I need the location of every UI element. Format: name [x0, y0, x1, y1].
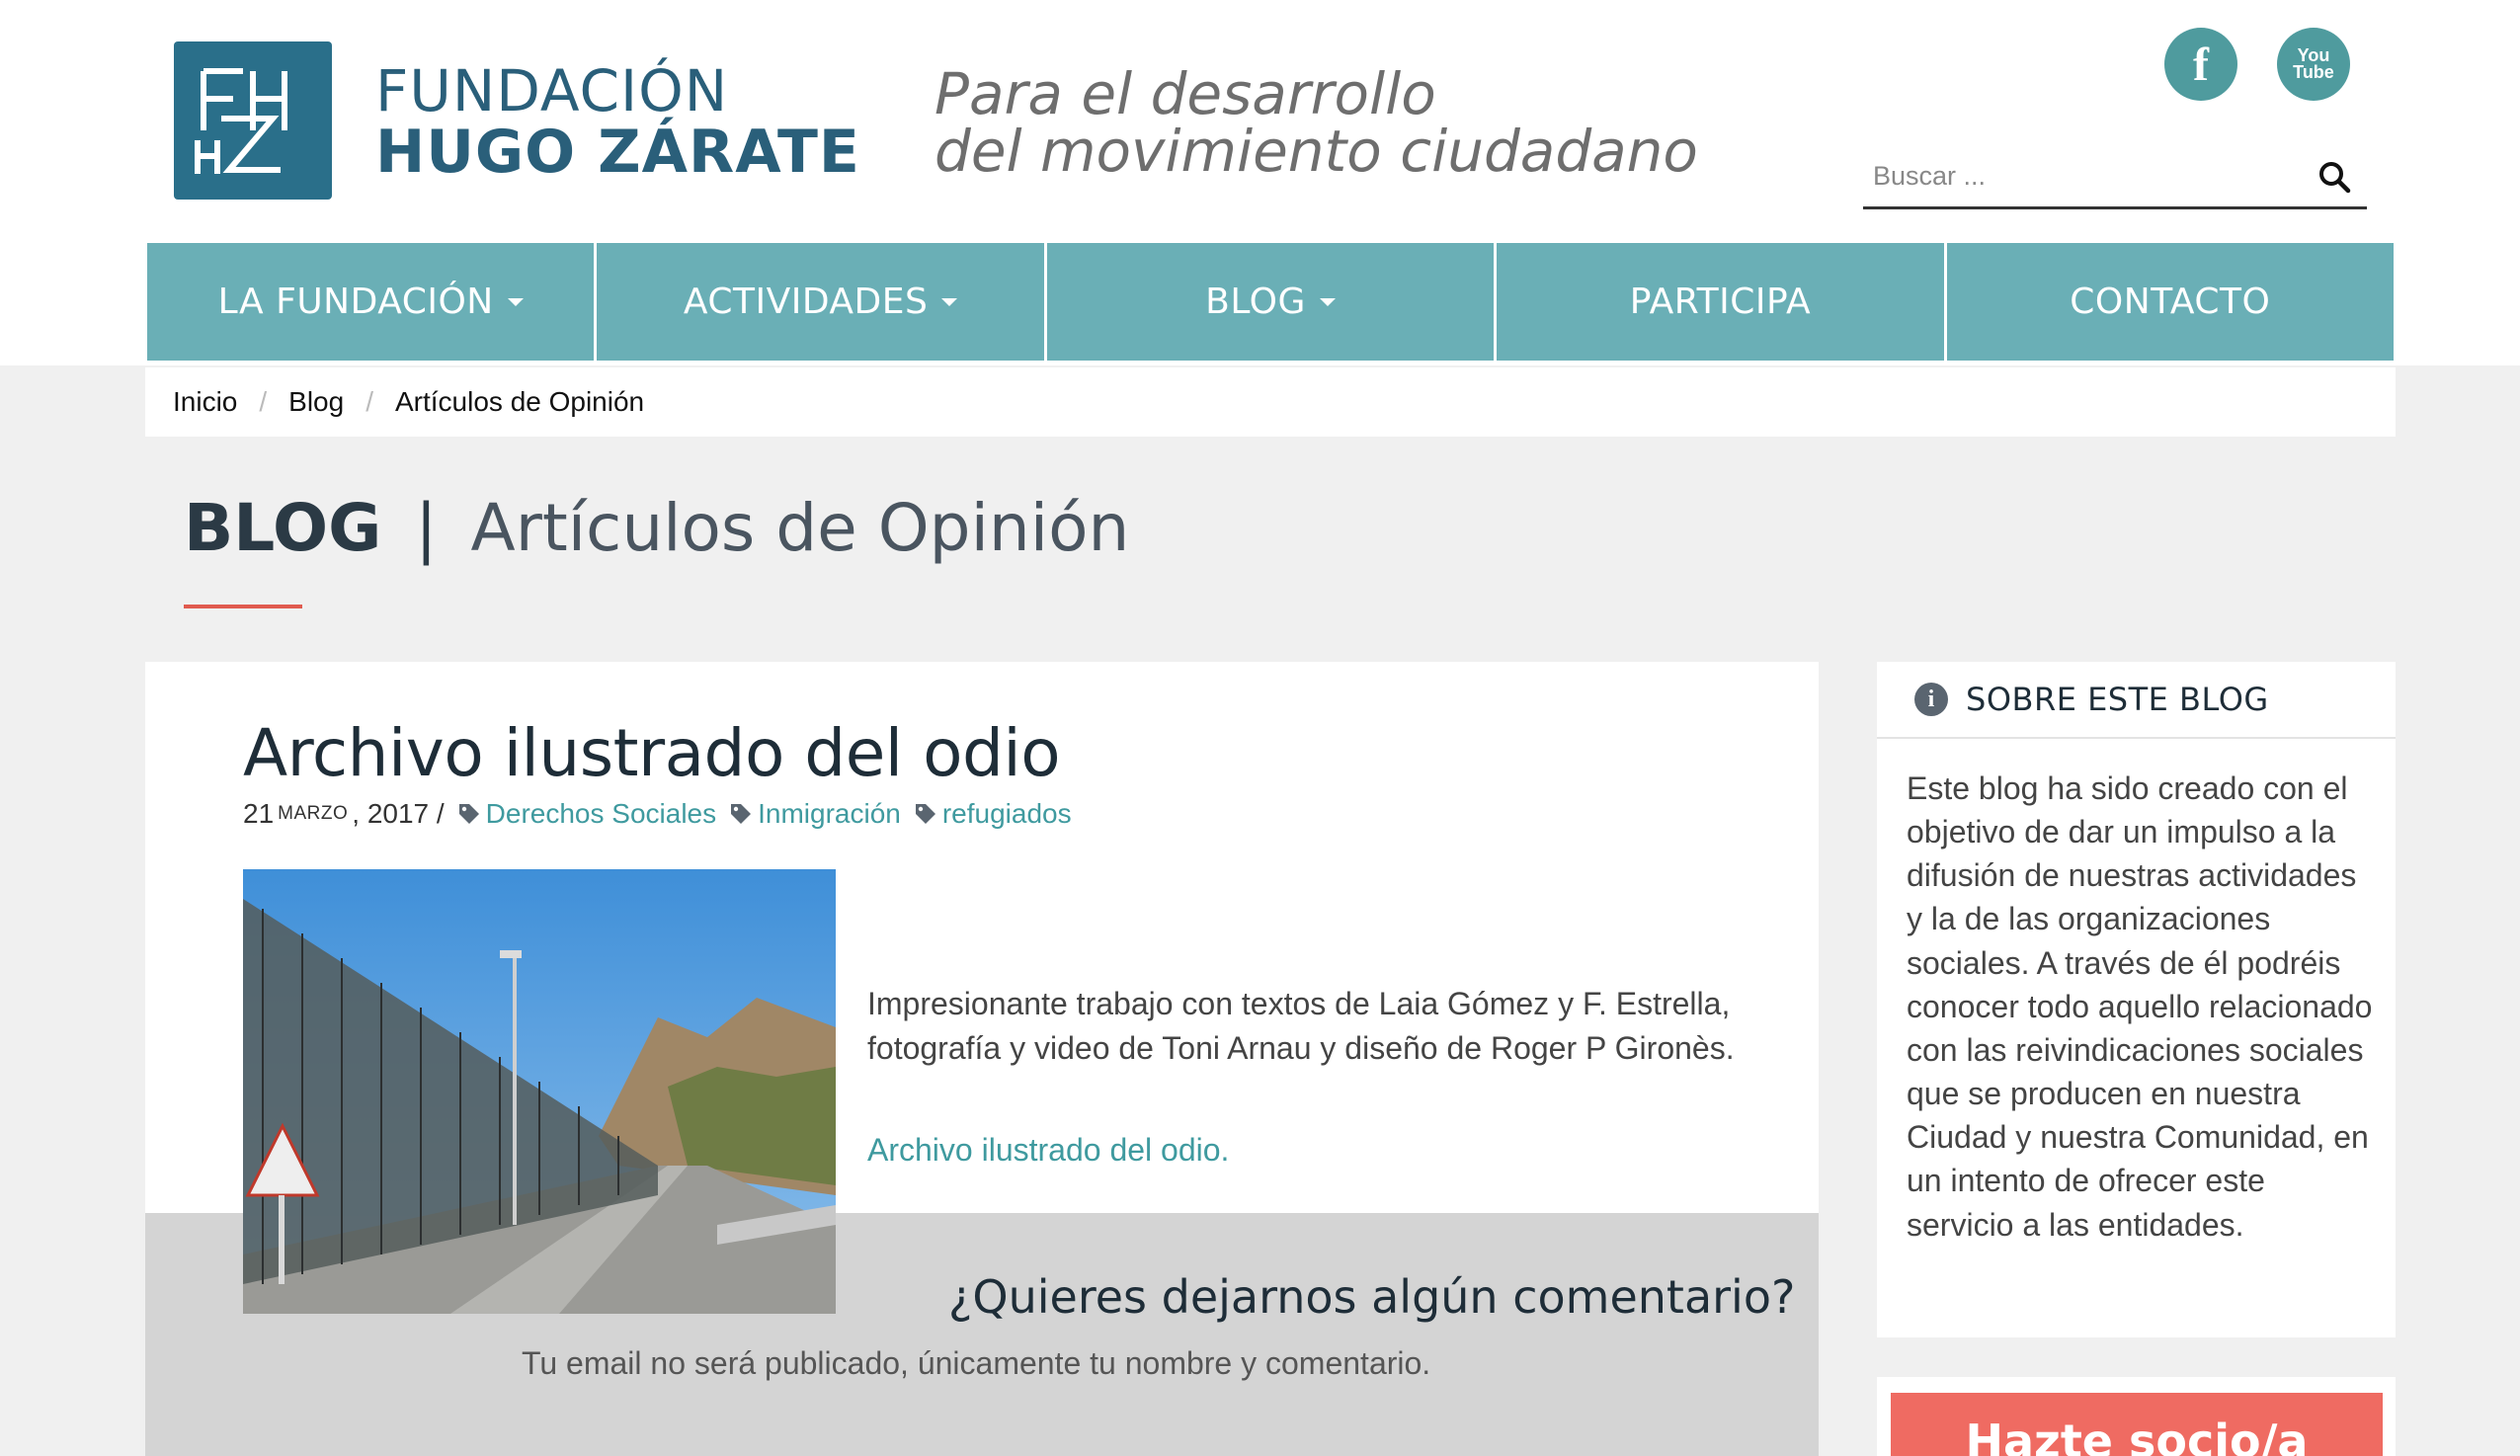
article-image[interactable] [243, 869, 836, 1314]
article-excerpt: Impresionante trabajo con textos de Laia… [867, 986, 1735, 1066]
article-date-day: 21 [243, 798, 275, 829]
nav-item-label: CONTACTO [2070, 282, 2271, 322]
page-title: BLOG | Artículos de Opinión [184, 490, 1129, 566]
breadcrumb: Inicio / Blog / Artículos de Opinión [145, 367, 2396, 437]
info-icon: i [1914, 683, 1948, 716]
nav-item-actividades[interactable]: ACTIVIDADES [597, 243, 1047, 361]
tag-inmigracion[interactable]: Inmigración [728, 798, 901, 830]
sidebar-about-text: Este blog ha sido creado con el objetivo… [1907, 770, 2373, 1243]
youtube-button[interactable]: You Tube [2277, 28, 2350, 101]
border-fence-photo [243, 869, 836, 1314]
nav-item-contacto[interactable]: CONTACTO [1946, 243, 2395, 361]
sidebar-about-header: i SOBRE ESTE BLOG [1877, 662, 2396, 739]
search-form [1863, 148, 2367, 209]
main-nav: LA FUNDACIÓN ACTIVIDADES BLOG PARTICIPA … [147, 243, 2395, 361]
comment-subtitle: Tu email no será publicado, únicamente t… [522, 1345, 1431, 1381]
tagline-line1: Para el desarrollo [935, 60, 1436, 127]
hazte-socio-button[interactable]: Hazte socio/a [1891, 1393, 2383, 1456]
tag-icon [915, 804, 935, 824]
youtube-icon: You Tube [2293, 46, 2334, 82]
nav-item-label: PARTICIPA [1629, 282, 1812, 322]
caret-down-icon [507, 297, 524, 306]
caret-down-icon [1319, 297, 1336, 306]
logo-line2: HUGO ZÁRATE [375, 117, 860, 187]
article-title[interactable]: Archivo ilustrado del odio [243, 715, 1061, 791]
title-underline [184, 605, 302, 608]
nav-item-label: ACTIVIDADES [683, 282, 929, 322]
page-title-sub: Artículos de Opinión [470, 490, 1130, 566]
tag-icon [458, 804, 479, 824]
article-date-year: , 2017 / [352, 798, 445, 829]
tag-label: refugiados [941, 798, 1072, 829]
page-title-main: BLOG [184, 490, 382, 566]
nav-item-blog[interactable]: BLOG [1046, 243, 1498, 361]
tag-derechos-sociales[interactable]: Derechos Sociales [456, 798, 716, 830]
logo-wordmark[interactable]: FUNDACIÓN HUGO ZÁRATE [375, 61, 860, 184]
breadcrumb-blog[interactable]: Blog [288, 386, 344, 418]
sidebar-about-title: SOBRE ESTE BLOG [1966, 681, 2269, 718]
article-meta: 21 marzo , 2017 / Derechos Sociales Inmi… [243, 798, 1072, 830]
tagline: Para el desarrollo del movimiento ciudad… [935, 65, 1698, 180]
nav-item-label: LA FUNDACIÓN [217, 282, 494, 322]
article-link[interactable]: Archivo ilustrado del odio. [867, 1132, 1229, 1169]
nav-item-la-fundacion[interactable]: LA FUNDACIÓN [147, 243, 598, 361]
logo-line1: FUNDACIÓN [375, 57, 729, 124]
search-input[interactable] [1873, 154, 2288, 198]
breadcrumb-separator: / [366, 386, 373, 417]
tag-label: Inmigración [758, 798, 901, 829]
facebook-button[interactable]: f [2164, 28, 2237, 101]
breadcrumb-current: Artículos de Opinión [394, 386, 645, 417]
tagline-line2: del movimiento ciudadano [935, 118, 1698, 185]
tag-icon [731, 804, 752, 824]
tag-refugiados[interactable]: refugiados [913, 798, 1072, 830]
caret-down-icon [941, 297, 958, 306]
article-date-month: marzo [278, 803, 349, 824]
facebook-icon: f [2193, 38, 2209, 91]
breadcrumb-separator: / [259, 386, 268, 417]
comment-title: ¿Quieres dejarnos algún comentario? [948, 1270, 1796, 1324]
tag-label: Derechos Sociales [485, 798, 717, 829]
nav-item-participa[interactable]: PARTICIPA [1497, 243, 1947, 361]
breadcrumb-inicio[interactable]: Inicio [173, 386, 237, 418]
logo-icon [195, 68, 287, 174]
nav-item-label: BLOG [1205, 282, 1306, 322]
youtube-label-bottom: Tube [2293, 62, 2334, 82]
logo-mark[interactable] [174, 41, 332, 200]
search-icon[interactable] [2316, 158, 2355, 198]
page-title-separator: | [415, 490, 438, 566]
